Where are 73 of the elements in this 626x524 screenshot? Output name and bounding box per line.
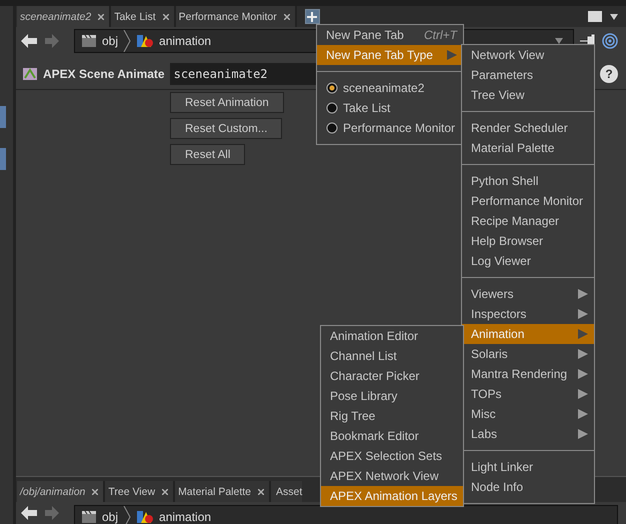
menu-item[interactable]: APEX Network View xyxy=(321,466,463,486)
pane-tab[interactable]: /obj/animation xyxy=(17,481,106,502)
menu-item[interactable]: Parameters xyxy=(462,65,594,85)
menu-item[interactable]: Misc xyxy=(462,404,594,424)
node-icon[interactable] xyxy=(22,66,38,82)
menu-item[interactable]: Network View xyxy=(462,45,594,65)
path-segment[interactable]: animation xyxy=(159,510,212,524)
menu-item[interactable]: Labs xyxy=(462,424,594,444)
path-field[interactable]: obj animation xyxy=(74,505,618,524)
close-icon[interactable] xyxy=(258,488,264,494)
menu-item[interactable]: Channel List xyxy=(321,346,463,366)
menu-item[interactable]: Rig Tree xyxy=(321,406,463,426)
menu-item[interactable]: Recipe Manager xyxy=(462,211,594,231)
close-icon[interactable] xyxy=(162,14,169,20)
chevron-icon xyxy=(123,30,132,52)
target-icon[interactable] xyxy=(602,33,618,49)
menu-item[interactable]: Animation Editor xyxy=(321,326,463,346)
menu-item[interactable]: New Pane Tab Ctrl+T xyxy=(317,25,463,45)
menu-item[interactable]: Character Picker xyxy=(321,366,463,386)
reset-button[interactable]: Reset Animation xyxy=(170,92,284,113)
menu-item[interactable]: Solaris xyxy=(462,344,594,364)
menu-item[interactable]: Material Palette xyxy=(462,138,594,158)
menu-item[interactable]: APEX Animation Layers xyxy=(321,486,463,506)
menu-item[interactable]: Log Viewer xyxy=(462,251,594,271)
clapperboard-icon xyxy=(81,510,97,524)
submenu-arrow-icon xyxy=(447,50,457,60)
menu-item[interactable]: Bookmark Editor xyxy=(321,426,463,446)
menu-item[interactable]: Viewers xyxy=(462,284,594,304)
reset-button[interactable]: Reset All xyxy=(170,144,246,165)
help-button[interactable]: ? xyxy=(600,65,618,83)
radio-button[interactable] xyxy=(326,122,338,134)
menu-item[interactable]: Render Scheduler xyxy=(462,118,594,138)
new-tab-button[interactable] xyxy=(304,9,320,24)
menu-item[interactable]: Tree View xyxy=(462,85,594,105)
clapperboard-icon xyxy=(81,34,97,48)
pane-tab[interactable]: Tree View xyxy=(105,481,176,502)
back-arrow-icon[interactable] xyxy=(20,33,38,49)
menu-item[interactable]: sceneanimate2 xyxy=(317,78,463,98)
radio-button[interactable] xyxy=(326,102,338,114)
pane-tab[interactable]: Take List xyxy=(111,6,176,27)
menu-item[interactable]: Inspectors xyxy=(462,304,594,324)
caret-icon[interactable] xyxy=(610,14,618,20)
pane-tab[interactable]: Asset xyxy=(271,481,302,502)
menu-item[interactable]: New Pane Tab Type xyxy=(317,45,463,65)
pane-tab[interactable]: Material Palette xyxy=(175,481,272,502)
menu-item[interactable]: Python Shell xyxy=(462,171,594,191)
radio-button[interactable] xyxy=(326,82,338,94)
node-type-label: APEX Scene Animate xyxy=(43,67,165,81)
shapes-icon xyxy=(136,33,154,49)
menu-item[interactable]: APEX Selection Sets xyxy=(321,446,463,466)
chevron-icon xyxy=(123,506,132,524)
shapes-icon xyxy=(136,509,154,524)
menu-item[interactable]: Node Info xyxy=(462,477,594,497)
reset-button[interactable]: Reset Custom... xyxy=(170,118,282,139)
path-segment[interactable]: animation xyxy=(159,34,212,48)
menu-item[interactable]: Help Browser xyxy=(462,231,594,251)
menu-item[interactable]: Performance Monitor xyxy=(317,118,463,138)
menu-item[interactable]: Light Linker xyxy=(462,457,594,477)
close-icon[interactable] xyxy=(92,488,98,494)
menu-item[interactable]: TOPs xyxy=(462,384,594,404)
close-icon[interactable] xyxy=(284,14,290,20)
pane-tab[interactable]: sceneanimate2 xyxy=(17,6,112,27)
close-icon[interactable] xyxy=(98,14,104,20)
pane-tab[interactable]: Performance Monitor xyxy=(176,6,297,27)
path-segment[interactable]: obj xyxy=(102,510,118,524)
path-segment[interactable]: obj xyxy=(102,34,118,48)
close-icon[interactable] xyxy=(162,488,168,494)
menu-item[interactable]: Pose Library xyxy=(321,386,463,406)
menu-item[interactable]: Take List xyxy=(317,98,463,118)
menu-item[interactable]: Performance Monitor xyxy=(462,191,594,211)
menu-item[interactable]: Mantra Rendering xyxy=(462,364,594,384)
back-arrow-icon[interactable] xyxy=(20,505,38,521)
menu-item[interactable]: Animation xyxy=(462,324,594,344)
